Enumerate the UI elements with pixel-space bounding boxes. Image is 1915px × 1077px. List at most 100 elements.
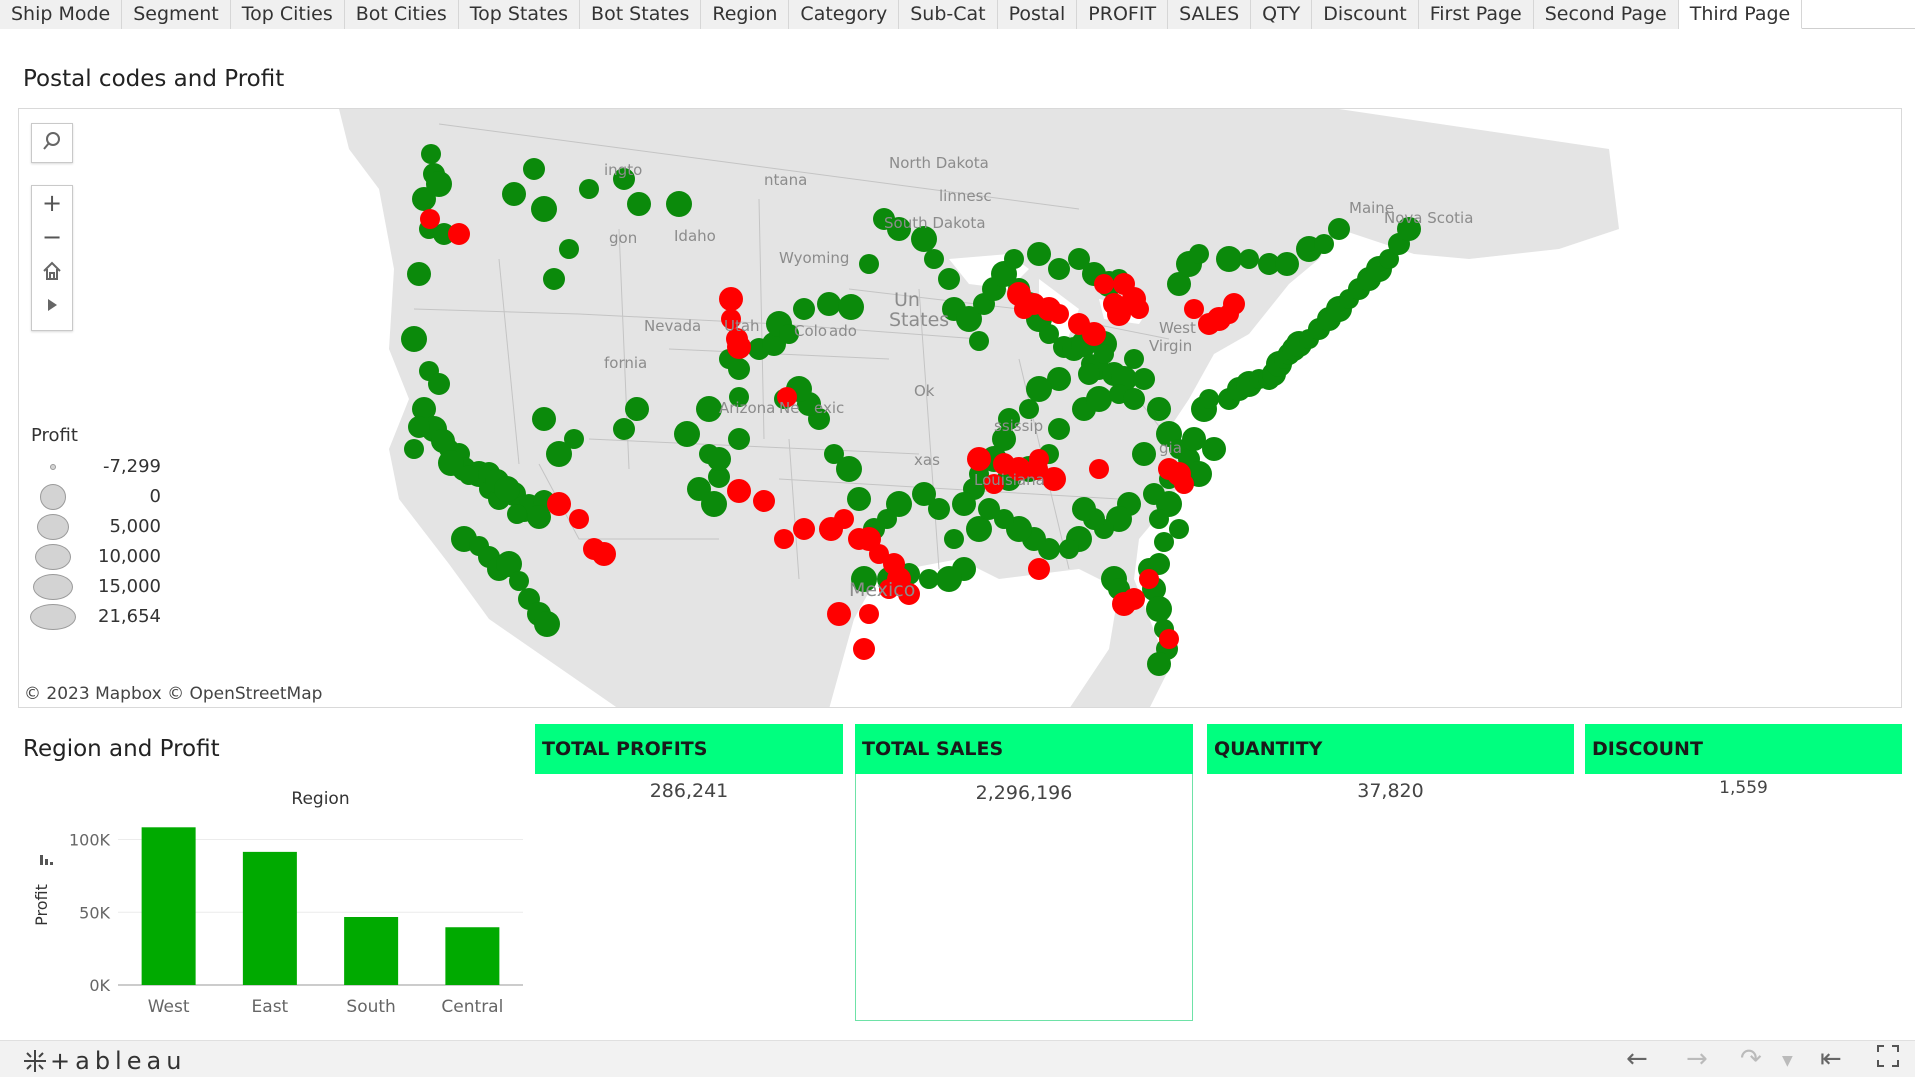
bar-central[interactable]	[445, 927, 500, 985]
postal-marker-positive[interactable]	[944, 529, 964, 549]
postal-marker-positive[interactable]	[1149, 509, 1169, 529]
home-icon[interactable]	[32, 254, 72, 288]
postal-marker-positive[interactable]	[817, 292, 841, 316]
postal-marker-negative[interactable]	[1049, 304, 1069, 324]
postal-marker-positive[interactable]	[1154, 532, 1174, 552]
postal-marker-negative[interactable]	[1159, 629, 1179, 649]
postal-marker-positive[interactable]	[707, 447, 731, 471]
zoom-out-icon[interactable]: −	[32, 220, 72, 254]
tab-category[interactable]: Category	[789, 0, 900, 29]
postal-marker-positive[interactable]	[431, 429, 455, 453]
postal-marker-positive[interactable]	[1239, 249, 1259, 269]
postal-marker-negative[interactable]	[827, 602, 851, 626]
postal-marker-negative[interactable]	[1223, 293, 1245, 315]
postal-marker-negative[interactable]	[547, 492, 571, 516]
tab-third-page[interactable]: Third Page	[1678, 0, 1803, 29]
tab-ship-mode[interactable]: Ship Mode	[0, 0, 123, 29]
postal-marker-negative[interactable]	[420, 209, 440, 229]
postal-marker-positive[interactable]	[1147, 397, 1171, 421]
postal-marker-positive[interactable]	[1027, 242, 1051, 266]
postal-marker-positive[interactable]	[1004, 249, 1024, 269]
postal-marker-negative[interactable]	[727, 479, 751, 503]
bar-west[interactable]	[141, 827, 196, 985]
map-search-control[interactable]	[31, 123, 73, 163]
tab-profit[interactable]: PROFIT	[1077, 0, 1169, 29]
postal-marker-positive[interactable]	[507, 504, 527, 524]
sort-icon[interactable]	[40, 855, 43, 865]
postal-marker-positive[interactable]	[1199, 389, 1219, 409]
postal-marker-negative[interactable]	[1107, 302, 1131, 326]
postal-marker-positive[interactable]	[509, 571, 529, 591]
postal-marker-positive[interactable]	[1078, 363, 1100, 385]
postal-marker-positive[interactable]	[1048, 258, 1070, 280]
postal-marker-positive[interactable]	[579, 179, 599, 199]
pan-arrow-icon[interactable]	[32, 288, 72, 322]
postal-marker-positive[interactable]	[701, 491, 727, 517]
tab-region[interactable]: Region	[701, 0, 790, 29]
postal-marker-negative[interactable]	[448, 223, 470, 245]
postal-marker-positive[interactable]	[1328, 218, 1350, 240]
reset-icon[interactable]: ⇤	[1820, 1044, 1842, 1074]
tab-top-states[interactable]: Top States	[458, 0, 581, 29]
postal-marker-positive[interactable]	[1026, 376, 1052, 402]
postal-marker-negative[interactable]	[1028, 558, 1050, 580]
postal-marker-positive[interactable]	[1147, 652, 1171, 676]
postal-marker-negative[interactable]	[569, 509, 589, 529]
postal-marker-negative[interactable]	[1174, 474, 1194, 494]
fullscreen-icon[interactable]	[1876, 1044, 1900, 1075]
postal-marker-positive[interactable]	[1314, 234, 1334, 254]
postal-marker-positive[interactable]	[1059, 539, 1079, 559]
tab-postal[interactable]: Postal	[997, 0, 1078, 29]
tableau-logo[interactable]: +ableau	[22, 1047, 186, 1075]
postal-marker-positive[interactable]	[1275, 252, 1299, 276]
sort-icon[interactable]	[50, 862, 53, 865]
postal-marker-positive[interactable]	[1072, 497, 1096, 521]
map-attribution[interactable]: © 2023 Mapbox © OpenStreetMap	[24, 684, 322, 704]
postal-marker-positive[interactable]	[924, 249, 944, 269]
postal-marker-positive[interactable]	[494, 476, 520, 502]
tab-sub-cat[interactable]: Sub-Cat	[899, 0, 998, 29]
postal-marker-negative[interactable]	[859, 604, 879, 624]
postal-marker-negative[interactable]	[1094, 274, 1114, 294]
postal-marker-positive[interactable]	[1124, 349, 1144, 369]
tab-second-page[interactable]: Second Page	[1533, 0, 1679, 29]
postal-marker-positive[interactable]	[404, 439, 424, 459]
postal-marker-negative[interactable]	[719, 287, 743, 311]
tab-bot-states[interactable]: Bot States	[580, 0, 702, 29]
tab-bot-cities[interactable]: Bot Cities	[344, 0, 459, 29]
postal-marker-negative[interactable]	[1129, 299, 1149, 319]
postal-marker-positive[interactable]	[532, 407, 556, 431]
postal-marker-negative[interactable]	[592, 542, 616, 566]
zoom-in-icon[interactable]: +	[32, 186, 72, 220]
undo-icon[interactable]: ←	[1626, 1044, 1648, 1074]
redo-icon[interactable]: →	[1686, 1044, 1708, 1074]
tab-sales[interactable]: SALES	[1168, 0, 1252, 29]
postal-marker-positive[interactable]	[531, 196, 557, 222]
postal-marker-positive[interactable]	[527, 505, 551, 529]
bar-east[interactable]	[242, 851, 297, 985]
postal-marker-positive[interactable]	[1202, 437, 1226, 461]
postal-marker-positive[interactable]	[613, 418, 635, 440]
postal-marker-negative[interactable]	[727, 335, 751, 359]
postal-marker-positive[interactable]	[859, 254, 879, 274]
postal-marker-positive[interactable]	[978, 498, 1000, 520]
postal-marker-positive[interactable]	[534, 611, 560, 637]
tab-discount[interactable]: Discount	[1312, 0, 1419, 29]
postal-marker-positive[interactable]	[428, 373, 450, 395]
postal-marker-positive[interactable]	[502, 182, 526, 206]
postal-marker-positive[interactable]	[1094, 344, 1114, 364]
postal-marker-negative[interactable]	[1089, 459, 1109, 479]
postal-marker-negative[interactable]	[753, 490, 775, 512]
postal-marker-positive[interactable]	[543, 268, 565, 290]
revert-dropdown-icon[interactable]: ▼	[1782, 1053, 1793, 1069]
postal-marker-positive[interactable]	[459, 465, 479, 485]
postal-profit-map[interactable]: ingto ntana North Dakota linnesc South Dakot…	[18, 108, 1902, 708]
tab-qty[interactable]: QTY	[1251, 0, 1313, 29]
postal-marker-positive[interactable]	[1086, 386, 1112, 412]
postal-marker-positive[interactable]	[559, 239, 579, 259]
postal-marker-positive[interactable]	[627, 192, 651, 216]
postal-marker-negative[interactable]	[793, 518, 815, 540]
postal-marker-positive[interactable]	[564, 429, 584, 449]
postal-marker-negative[interactable]	[1042, 467, 1066, 491]
postal-marker-negative[interactable]	[774, 529, 794, 549]
